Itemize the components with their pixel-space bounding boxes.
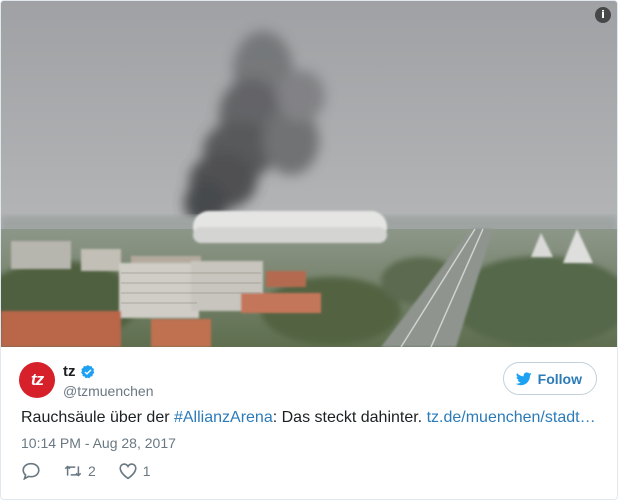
avatar[interactable]: tz	[19, 362, 55, 398]
media-info-icon[interactable]: i	[595, 7, 611, 23]
verified-badge-icon	[80, 364, 94, 378]
hashtag-link[interactable]: #AllianzArena	[174, 409, 273, 426]
follow-button[interactable]: Follow	[502, 362, 597, 395]
retweet-action[interactable]: 2	[63, 462, 96, 480]
display-name[interactable]: tz	[63, 363, 76, 380]
heart-icon	[119, 463, 137, 480]
tweet-photo[interactable]: i	[1, 1, 617, 347]
retweet-icon	[64, 465, 82, 477]
tweet-actions: 2 1	[1, 462, 617, 480]
tweet-card: i tz tz @tzmuenchen Follow Rauchsäule üb…	[0, 0, 618, 500]
timestamp[interactable]: 10:14 PM - Aug 28, 2017	[1, 435, 617, 451]
tweet-header: tz tz @tzmuenchen Follow	[1, 347, 617, 405]
tweet-text-before: Rauchsäule über der	[21, 409, 174, 426]
tweet-text-after: : Das steckt dahinter.	[272, 409, 427, 426]
reply-icon	[22, 462, 40, 480]
author-names: tz @tzmuenchen	[63, 363, 153, 399]
user-handle[interactable]: @tzmuenchen	[63, 383, 153, 399]
photo-allianz-arena-smoke	[1, 1, 617, 347]
like-count: 1	[142, 463, 151, 479]
retweet-count: 2	[88, 463, 96, 479]
twitter-bird-icon	[515, 371, 532, 385]
tweet-text: Rauchsäule über der #AllianzArena: Das s…	[1, 407, 617, 429]
follow-label: Follow	[537, 370, 582, 387]
like-action[interactable]: 1	[118, 462, 151, 480]
article-link[interactable]: tz.de/muenchen/stadt…	[427, 409, 596, 426]
reply-action[interactable]	[21, 462, 41, 480]
